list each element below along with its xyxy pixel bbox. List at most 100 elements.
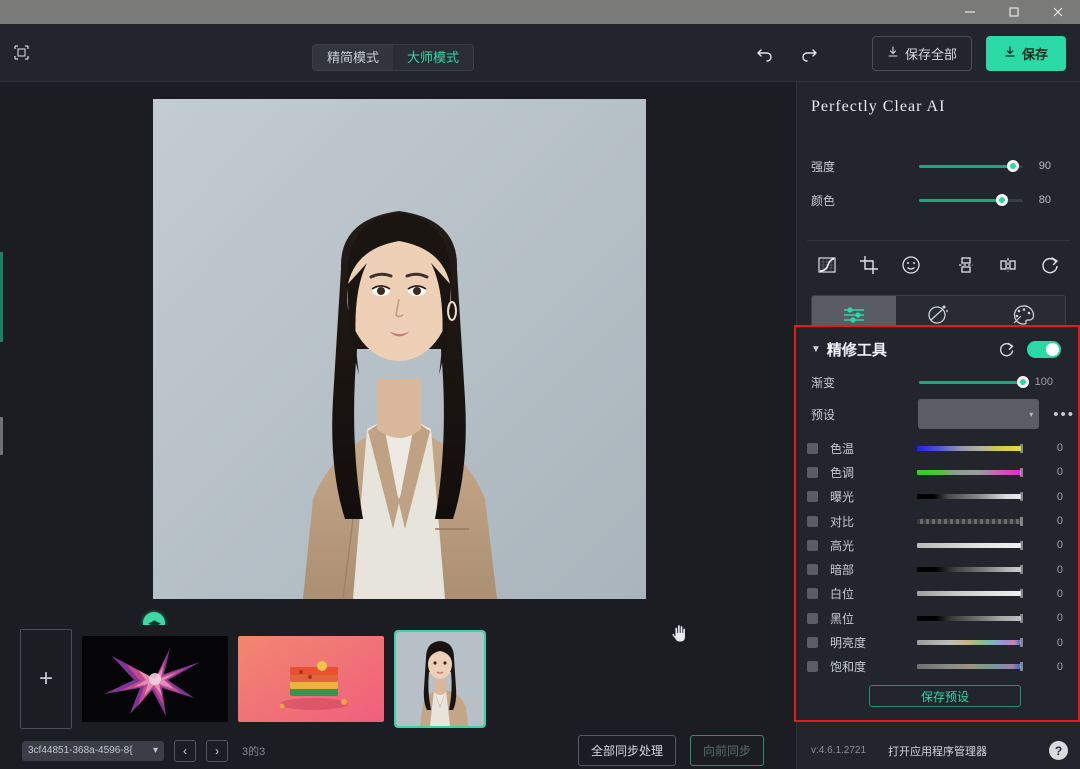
preset-select[interactable]: ▾ [918,399,1039,429]
adjustment-row-contrast: 对比 0 [799,509,1075,533]
adjustment-list: 色温 0 色调 0 曝光 0 [799,436,1075,679]
checkbox-highlight[interactable] [807,540,818,551]
thumbnail-cake[interactable] [238,636,384,722]
strength-value: 90 [1023,160,1065,172]
value-tint: 0 [1021,466,1075,478]
gradient-label: 渐变 [811,374,919,391]
adjustment-row-shadow: 暗部 0 [799,557,1075,581]
save-all-button[interactable]: 保存全部 [872,36,972,71]
value-contrast: 0 [1021,515,1075,527]
thumbnail-portrait[interactable] [396,632,484,726]
slider-highlight[interactable] [917,543,1021,548]
slider-white[interactable] [917,591,1021,596]
rotate-icon[interactable] [1038,253,1062,277]
label-temp: 色温 [830,440,917,457]
reset-icon[interactable] [998,341,1015,358]
strength-label: 强度 [811,158,919,175]
chevron-right-icon: › [215,744,219,758]
crop-frame-icon[interactable] [6,38,36,68]
canvas-area[interactable]: ◀▶ [0,82,796,607]
slider-contrast[interactable] [917,519,1021,524]
crop-icon[interactable] [857,253,881,277]
help-button[interactable]: ? [1049,741,1068,760]
face-smile-icon[interactable] [899,253,923,277]
slider-luminance[interactable] [917,640,1021,645]
status-bar-left: 3cf44851-368a-4596-8{ ▾ ‹ › 3的3 [0,740,265,762]
tool-icon-group-left [815,253,923,277]
thumbnail-explosion-art [82,636,228,722]
next-image-button[interactable]: › [206,740,228,762]
add-image-button[interactable]: + [20,629,72,729]
thumbnail-cake-art [238,636,384,722]
gradient-value: 100 [1023,376,1063,388]
save-button[interactable]: 保存 [986,36,1066,71]
label-luminance: 明亮度 [830,634,917,651]
maximize-button[interactable] [992,0,1036,24]
chevron-left-icon: ‹ [183,744,187,758]
prev-image-button[interactable]: ‹ [174,740,196,762]
chevron-down-icon: ▾ [153,745,158,756]
flip-horizontal-icon[interactable] [996,253,1020,277]
value-highlight: 0 [1021,539,1075,551]
slider-shadow[interactable] [917,567,1021,572]
mode-master[interactable]: 大师模式 [393,45,473,70]
checkbox-temp[interactable] [807,443,818,454]
slider-black[interactable] [917,616,1021,621]
thumbnail-slot-1 [82,629,228,729]
perfectly-clear-sliders: 强度 90 颜色 80 [797,140,1080,226]
checkbox-black[interactable] [807,613,818,624]
preset-label: 预设 [811,406,918,423]
sync-all-button[interactable]: 全部同步处理 [578,735,676,766]
save-preset-label: 保存预设 [921,688,969,705]
color-value: 80 [1023,194,1065,206]
checkbox-white[interactable] [807,588,818,599]
checkbox-tint[interactable] [807,467,818,478]
minimize-button[interactable] [948,0,992,24]
retouch-collapse-caret[interactable]: ▼ [811,344,821,355]
slider-exposure[interactable] [917,494,1021,499]
portrait-illustration [153,99,646,599]
slider-temp[interactable] [917,446,1021,451]
adjustment-row-temp: 色温 0 [799,436,1075,460]
toolbar-left-group [0,38,300,68]
file-select-dropdown[interactable]: 3cf44851-368a-4596-8{ ▾ [22,741,164,761]
toolbar-right-group: 保存全部 保存 [754,24,1080,82]
checkbox-saturation[interactable] [807,661,818,672]
mode-simple[interactable]: 精简模式 [313,45,393,70]
main-photo[interactable] [153,99,646,599]
mode-toggle[interactable]: 精简模式 大师模式 [312,44,474,71]
value-exposure: 0 [1021,491,1075,503]
thumbnail-portrait-art [396,632,484,726]
retouch-header: ▼ 精修工具 [799,330,1075,368]
sync-forward-button[interactable]: 向前同步 [690,735,764,766]
save-label: 保存 [1022,44,1048,63]
thumbnail-slot-2 [238,629,384,729]
color-slider[interactable] [919,192,1023,208]
value-white: 0 [1021,588,1075,600]
strength-slider[interactable] [919,158,1023,174]
status-bar-actions: 全部同步处理 向前同步 [578,732,764,769]
levels-curve-icon[interactable] [815,253,839,277]
checkbox-luminance[interactable] [807,637,818,648]
slider-saturation[interactable] [917,664,1021,669]
checkbox-shadow[interactable] [807,564,818,575]
retouch-enable-toggle[interactable] [1027,341,1061,358]
window-titlebar [0,0,1080,24]
checkbox-contrast[interactable] [807,516,818,527]
flip-vertical-icon[interactable] [954,253,978,277]
redo-icon[interactable] [798,42,820,64]
label-contrast: 对比 [830,513,917,530]
preset-more-button[interactable]: ••• [1053,406,1075,423]
app-manager-link[interactable]: 打开应用程序管理器 [888,743,987,759]
checkbox-exposure[interactable] [807,491,818,502]
save-all-label: 保存全部 [905,44,957,63]
slider-tint[interactable] [917,470,1021,475]
tool-icon-row [797,241,1080,289]
thumbnail-explosion[interactable] [82,636,228,722]
color-slider-row: 颜色 80 [797,188,1080,212]
close-button[interactable] [1036,0,1080,24]
undo-icon[interactable] [754,42,776,64]
gradient-slider[interactable] [919,374,1023,390]
save-preset-button[interactable]: 保存预设 [869,685,1021,707]
value-luminance: 0 [1021,637,1075,649]
